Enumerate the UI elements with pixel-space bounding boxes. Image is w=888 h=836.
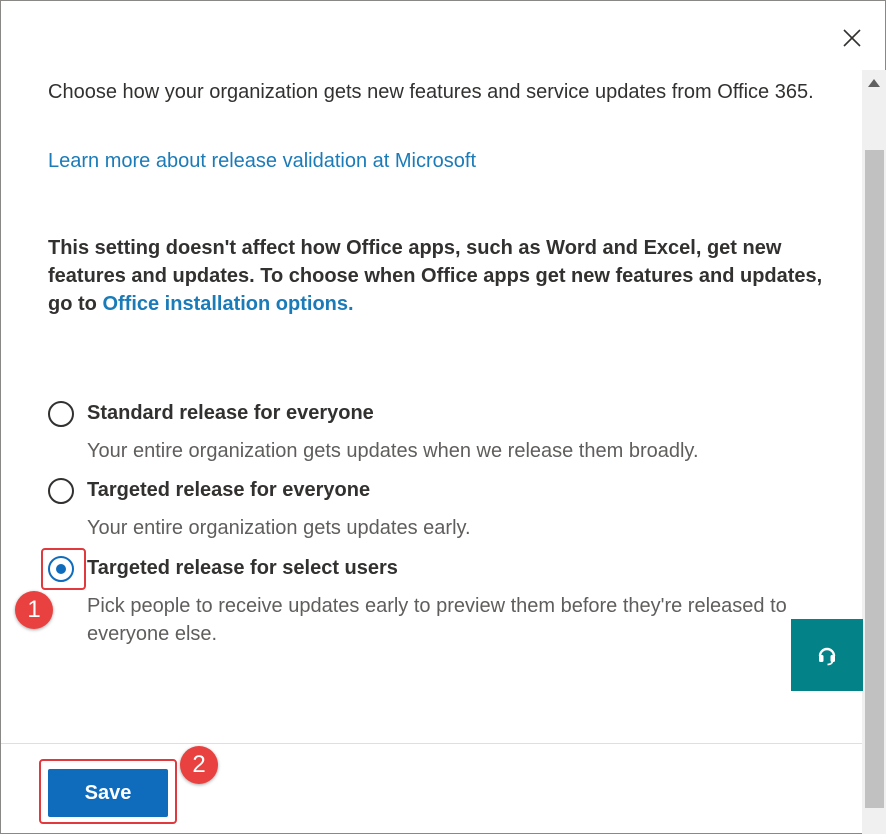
scrollbar-thumb[interactable]: [865, 150, 884, 808]
option-description: Your entire organization gets updates ea…: [87, 517, 471, 539]
annotation-highlight-radio: [41, 548, 86, 590]
option-description: Pick people to receive updates early to …: [87, 595, 787, 645]
option-title: Targeted release for select users: [87, 557, 398, 579]
option-title: Targeted release for everyone: [87, 479, 371, 501]
close-icon: [843, 29, 861, 47]
radio-targeted-release-everyone[interactable]: [48, 478, 74, 504]
footer-divider: [1, 743, 862, 744]
annotation-step-2: 2: [180, 746, 218, 784]
save-button[interactable]: Save: [48, 769, 168, 817]
annotation-step-1: 1: [15, 591, 53, 629]
learn-more-link[interactable]: Learn more about release validation at M…: [48, 147, 476, 175]
chevron-up-icon: [868, 79, 880, 87]
vertical-scrollbar[interactable]: [862, 70, 886, 834]
headset-icon: [818, 647, 836, 666]
option-description: Your entire organization gets updates wh…: [87, 440, 699, 462]
scroll-up-button[interactable]: [862, 70, 886, 96]
help-button[interactable]: [791, 619, 863, 691]
option-title: Standard release for everyone: [87, 402, 374, 424]
office-installation-options-link[interactable]: Office installation options.: [102, 293, 353, 315]
office-apps-note: This setting doesn't affect how Office a…: [48, 234, 828, 318]
close-button[interactable]: [838, 24, 866, 52]
radio-standard-release[interactable]: [48, 401, 74, 427]
intro-text: Choose how your organization gets new fe…: [48, 81, 814, 103]
